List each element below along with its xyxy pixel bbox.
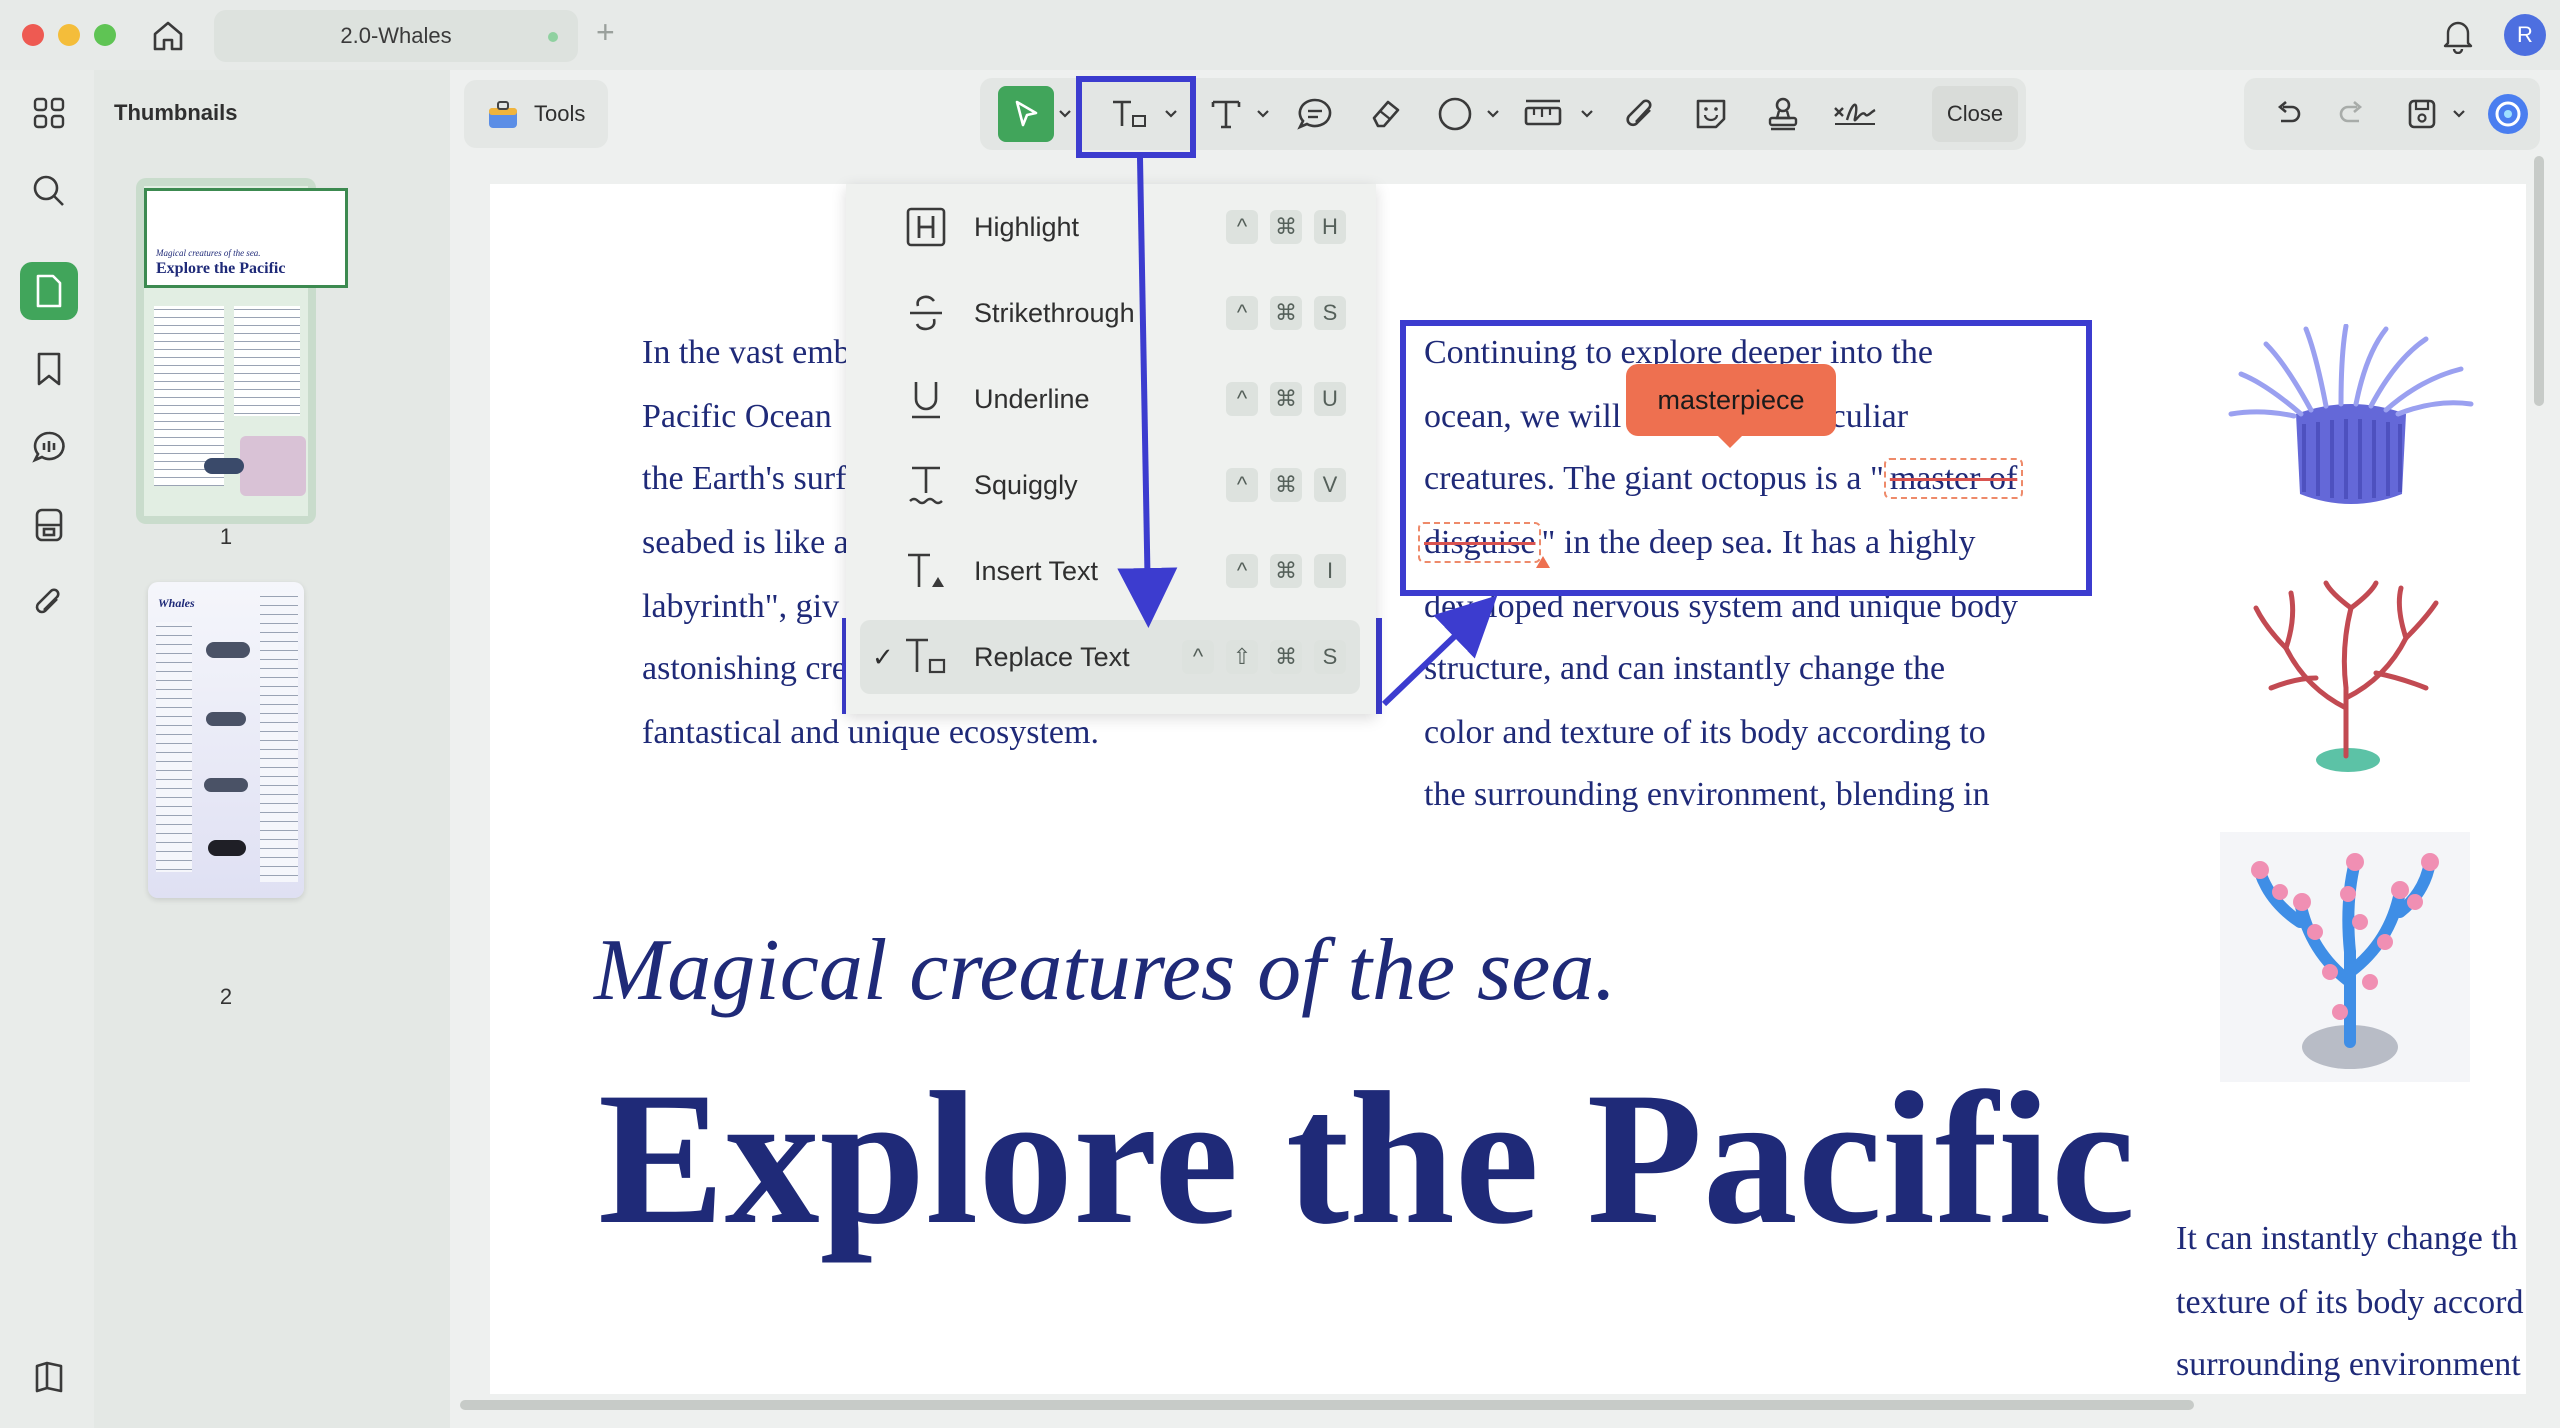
- vertical-scrollbar[interactable]: [2534, 156, 2544, 406]
- horizontal-scrollbar[interactable]: [460, 1400, 2194, 1410]
- arrow-diagonal: [1381, 595, 1498, 707]
- annotation-arrows: [1117, 157, 1498, 707]
- arrow-down: [1117, 157, 1178, 628]
